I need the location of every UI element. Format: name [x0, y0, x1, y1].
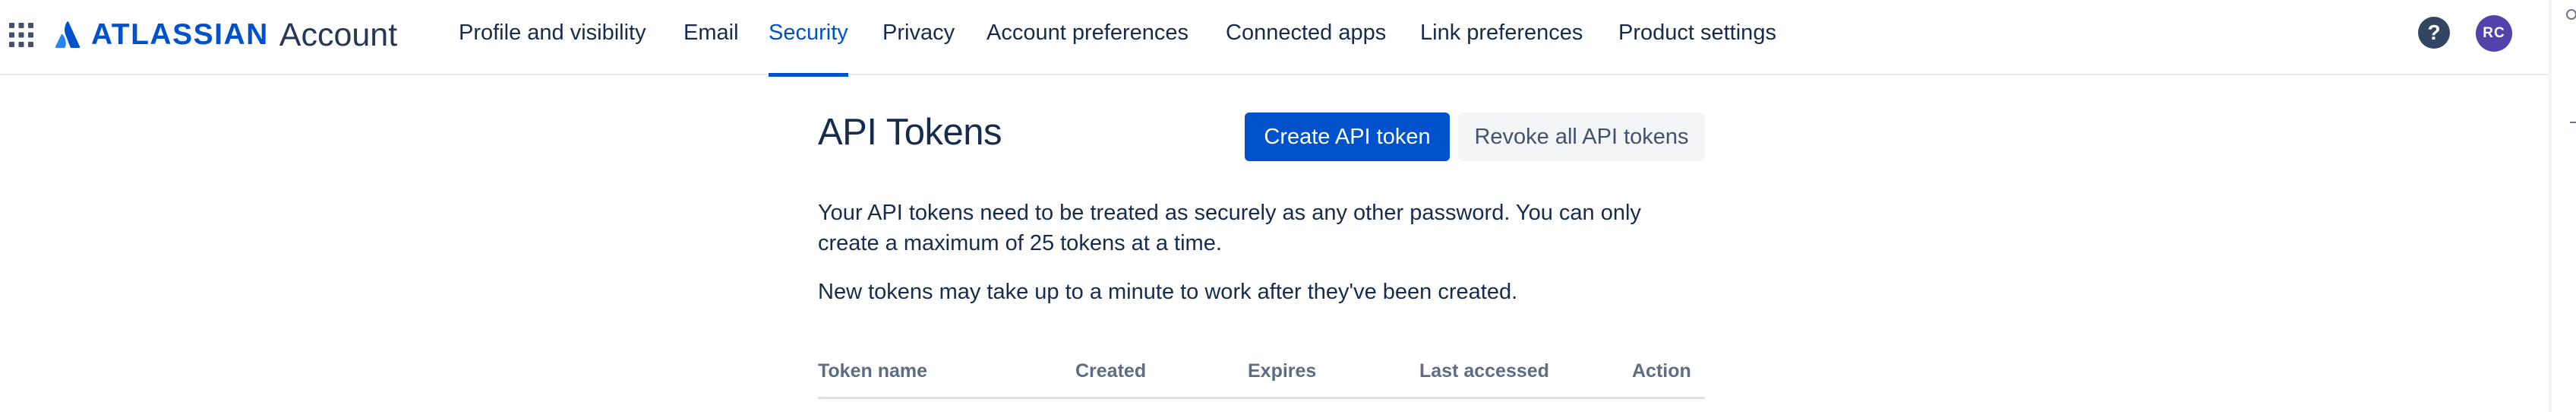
atlassian-account-logo[interactable]: ATLASSIAN Account: [55, 15, 397, 55]
column-header-token-name[interactable]: Token name: [818, 360, 927, 382]
nav-privacy[interactable]: Privacy: [882, 0, 955, 75]
collapse-icon[interactable]: [2570, 122, 2576, 123]
page-title: API Tokens: [818, 112, 1002, 153]
nav-profile-and-visibility[interactable]: Profile and visibility: [459, 0, 646, 75]
column-header-expires[interactable]: Expires: [1248, 360, 1316, 382]
nav-security[interactable]: Security: [769, 0, 848, 77]
avatar[interactable]: RC: [2476, 15, 2512, 52]
column-header-last-accessed[interactable]: Last accessed: [1419, 360, 1549, 382]
nav-link-preferences[interactable]: Link preferences: [1420, 0, 1583, 75]
search-icon[interactable]: [2562, 9, 2576, 23]
nav-connected-apps[interactable]: Connected apps: [1226, 0, 1386, 75]
logo-product-text: Account: [279, 16, 398, 53]
scrollbar-rail[interactable]: [2549, 0, 2552, 412]
create-api-token-button[interactable]: Create API token: [1245, 113, 1450, 161]
nav-product-settings[interactable]: Product settings: [1618, 0, 1776, 75]
logo-brand-text: ATLASSIAN: [91, 18, 269, 51]
column-header-action: Action: [1632, 360, 1691, 382]
atlassian-logo-icon: [55, 21, 80, 48]
nav-account-preferences[interactable]: Account preferences: [987, 0, 1189, 75]
app-switcher-icon[interactable]: [8, 21, 35, 49]
help-icon[interactable]: ?: [2418, 17, 2450, 49]
tokens-table-header: Token name Created Expires Last accessed…: [818, 360, 1705, 399]
top-navigation: ATLASSIAN Account Profile and visibility…: [0, 0, 2552, 77]
api-tokens-description: Your API tokens need to be treated as se…: [818, 201, 1641, 255]
api-tokens-note: New tokens may take up to a minute to wo…: [818, 280, 1518, 304]
revoke-all-api-tokens-button[interactable]: Revoke all API tokens: [1458, 113, 1705, 161]
column-header-created[interactable]: Created: [1075, 360, 1146, 382]
nav-email[interactable]: Email: [683, 0, 739, 75]
